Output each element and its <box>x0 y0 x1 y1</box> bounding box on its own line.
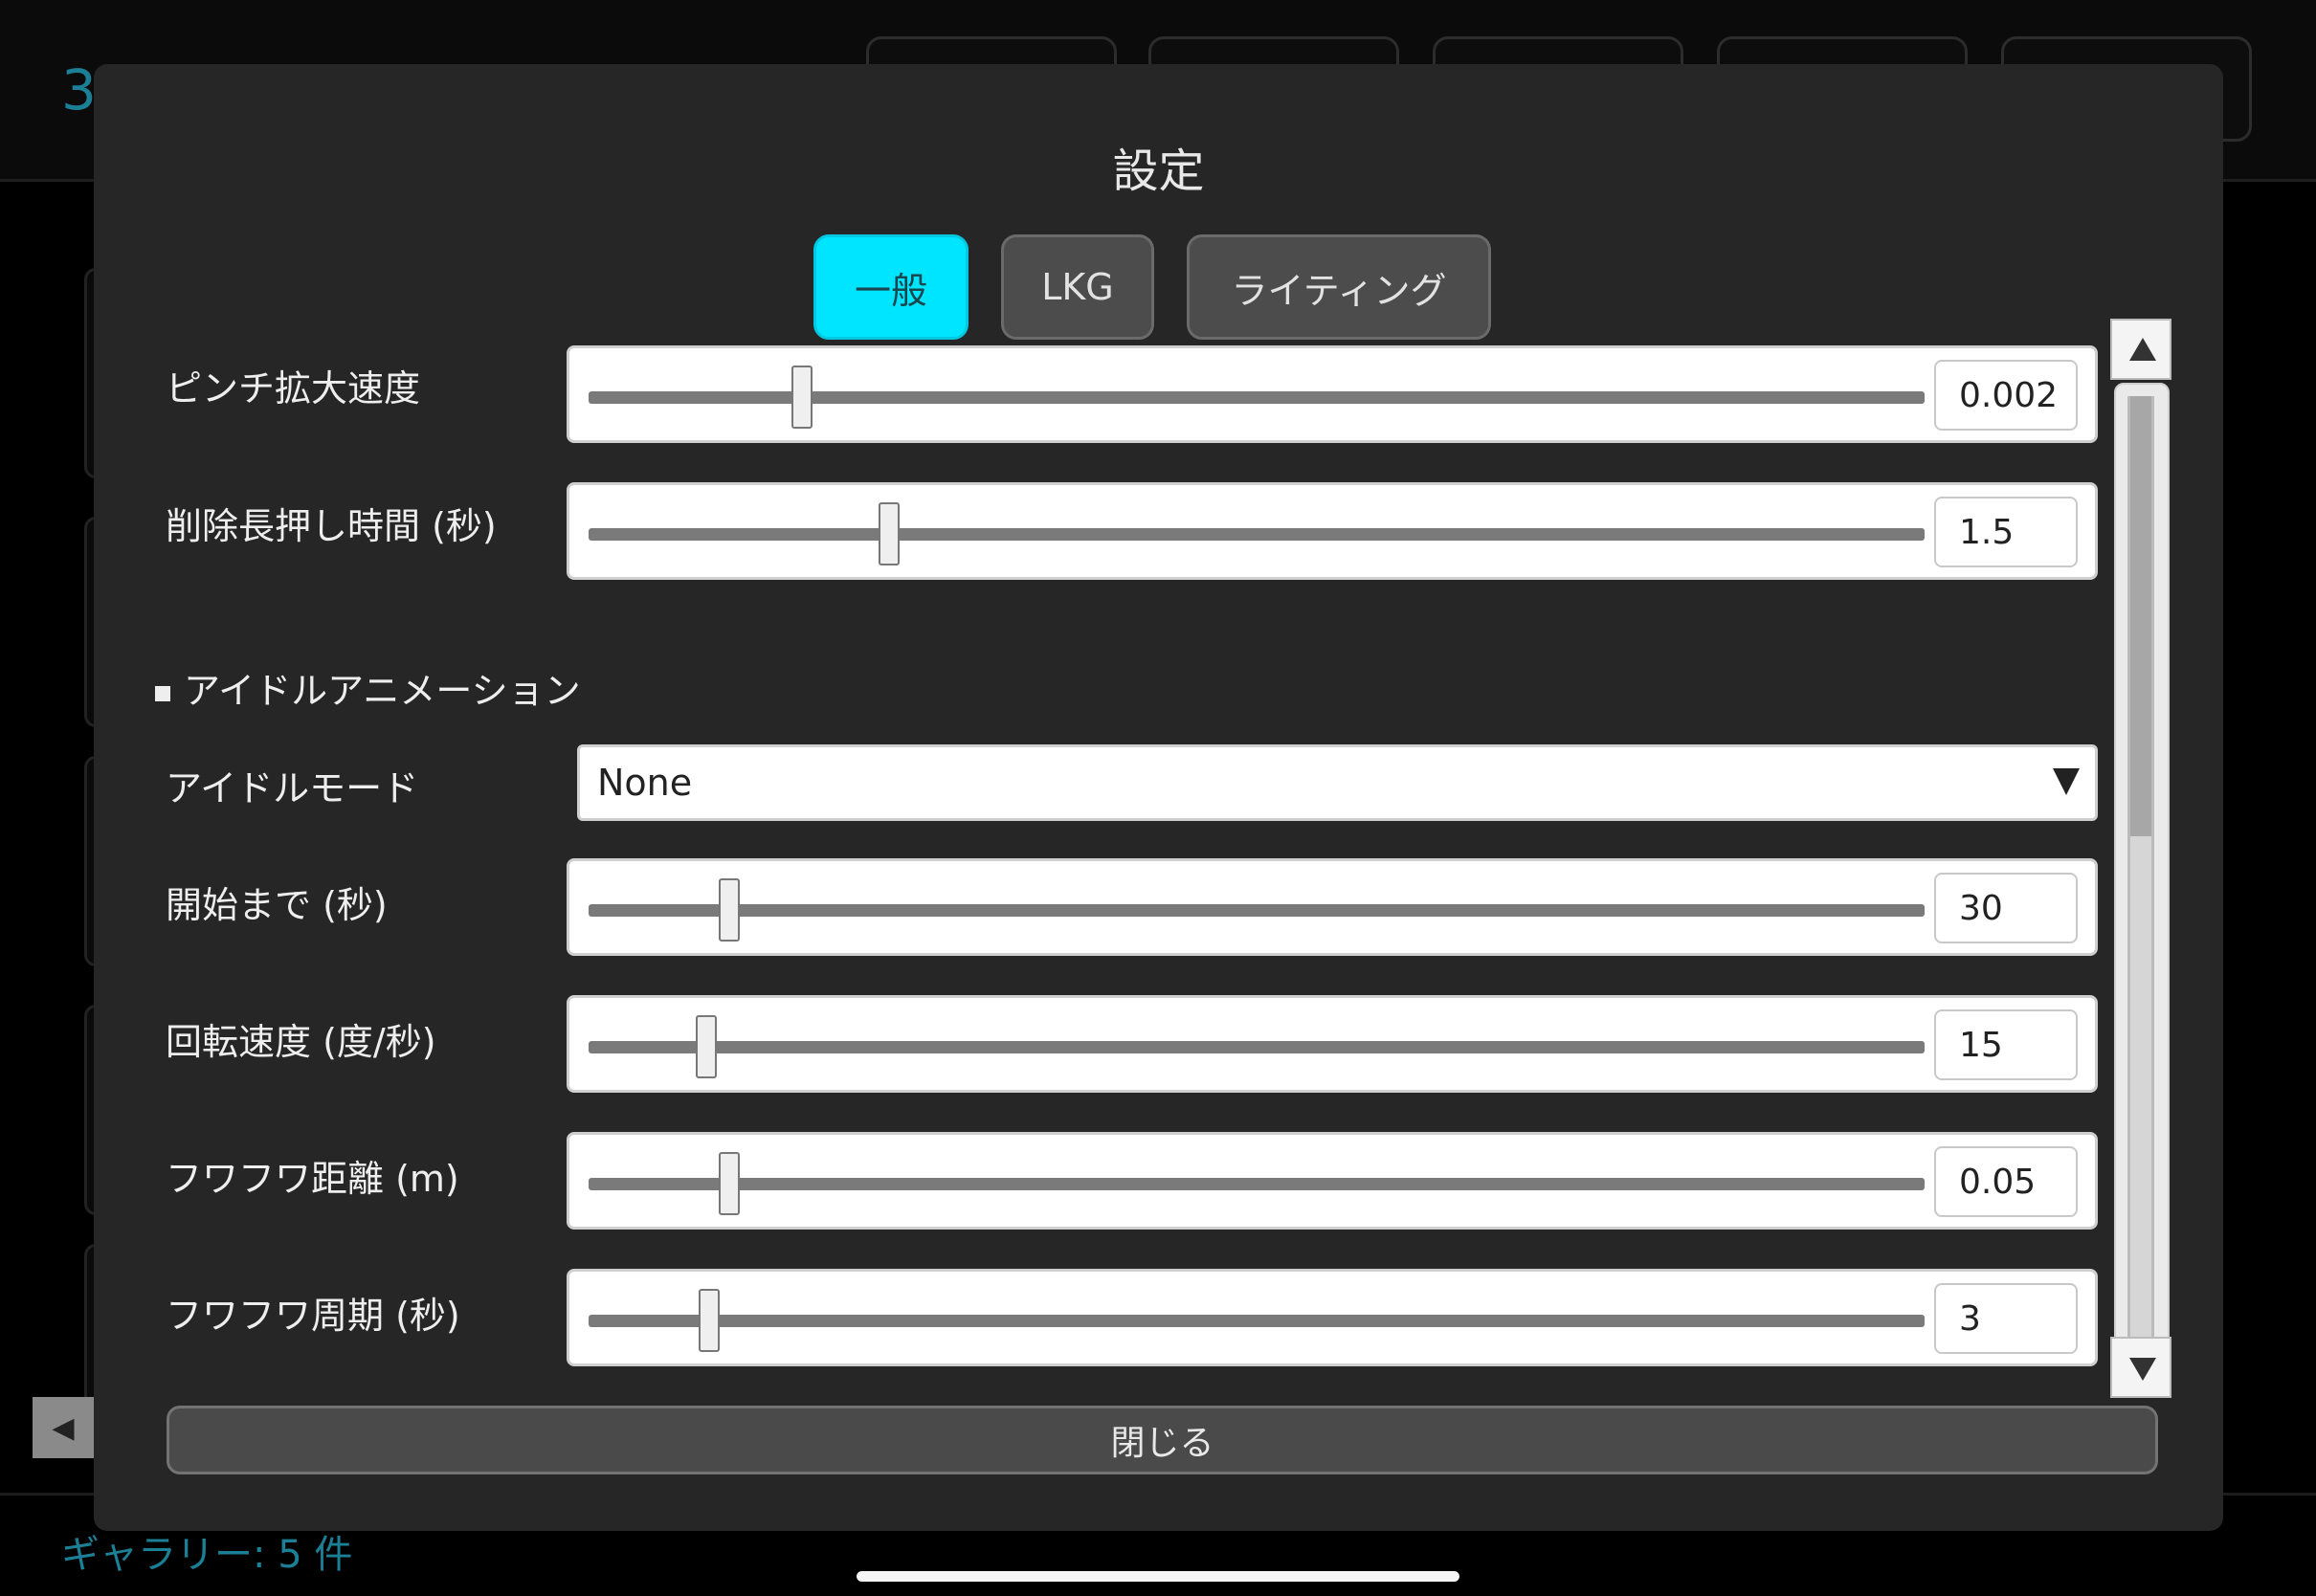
slider-thumb[interactable] <box>879 502 901 565</box>
scroll-up-button[interactable] <box>2110 319 2171 380</box>
rotation-speed-slider: 15 <box>567 995 2098 1093</box>
slider-track[interactable] <box>589 391 1925 404</box>
idle-animation-heading-text: アイドルアニメーション <box>184 670 581 712</box>
float-period-slider: 3 <box>567 1269 2098 1366</box>
background-title: 3 <box>61 57 97 122</box>
scroll-down-button[interactable] <box>2110 1337 2171 1398</box>
float-distance-label: フワフワ距離 (m) <box>166 1158 459 1200</box>
gallery-count: ギャラリー: 5 件 <box>61 1533 353 1577</box>
idle-animation-heading: アイドルアニメーション <box>155 661 581 714</box>
idle-mode-select[interactable]: None <box>577 744 2098 821</box>
slider-track[interactable] <box>589 904 1925 917</box>
rotation-speed-value[interactable]: 15 <box>1934 1009 2078 1080</box>
close-button[interactable]: 閉じる <box>167 1406 2158 1474</box>
tab-lighting[interactable]: ライティング <box>1187 234 1491 340</box>
start-delay-slider: 30 <box>567 858 2098 956</box>
settings-dialog: 設定 一般 LKG ライティング ピンチ拡大速度 0.002 削除長押し時間 (… <box>94 64 2223 1531</box>
home-indicator <box>857 1571 1459 1582</box>
start-delay-value[interactable]: 30 <box>1934 873 2078 943</box>
previous-page-button[interactable]: ◀ <box>33 1397 94 1458</box>
pinch-zoom-speed-value[interactable]: 0.002 <box>1934 360 2078 431</box>
tab-general[interactable]: 一般 <box>813 234 969 340</box>
pinch-zoom-speed-slider: 0.002 <box>567 345 2098 443</box>
tab-lkg[interactable]: LKG <box>1001 234 1154 340</box>
scrollbar-thumb[interactable] <box>2127 396 2154 1382</box>
slider-track[interactable] <box>589 1178 1925 1190</box>
slider-track[interactable] <box>589 1041 1925 1053</box>
float-distance-slider: 0.05 <box>567 1132 2098 1230</box>
delete-long-press-label: 削除長押し時間 (秒) <box>166 505 497 547</box>
scrollbar-track[interactable] <box>2114 383 2170 1397</box>
slider-thumb[interactable] <box>718 878 740 942</box>
slider-thumb[interactable] <box>791 366 813 429</box>
slider-track[interactable] <box>589 528 1925 541</box>
idle-mode-label: アイドルモード <box>166 767 419 809</box>
slider-thumb[interactable] <box>718 1152 740 1215</box>
delete-long-press-slider: 1.5 <box>567 482 2098 580</box>
slider-track[interactable] <box>589 1315 1925 1327</box>
triangle-left-icon: ◀ <box>52 1410 75 1445</box>
slider-thumb[interactable] <box>698 1289 720 1352</box>
rotation-speed-label: 回転速度 (度/秒) <box>166 1021 436 1063</box>
delete-long-press-value[interactable]: 1.5 <box>1934 497 2078 567</box>
idle-mode-value: None <box>597 762 693 804</box>
square-bullet-icon <box>155 685 170 701</box>
float-period-label: フワフワ周期 (秒) <box>166 1295 460 1337</box>
scrollbar-thumb-fill <box>2130 396 2151 836</box>
pinch-zoom-speed-label: ピンチ拡大速度 <box>166 367 421 410</box>
float-period-value[interactable]: 3 <box>1934 1283 2078 1354</box>
slider-thumb[interactable] <box>695 1015 717 1078</box>
dialog-title: 設定 <box>1112 144 1205 198</box>
triangle-down-icon <box>2053 768 2080 795</box>
float-distance-value[interactable]: 0.05 <box>1934 1146 2078 1217</box>
start-delay-label: 開始まで (秒) <box>166 884 388 926</box>
